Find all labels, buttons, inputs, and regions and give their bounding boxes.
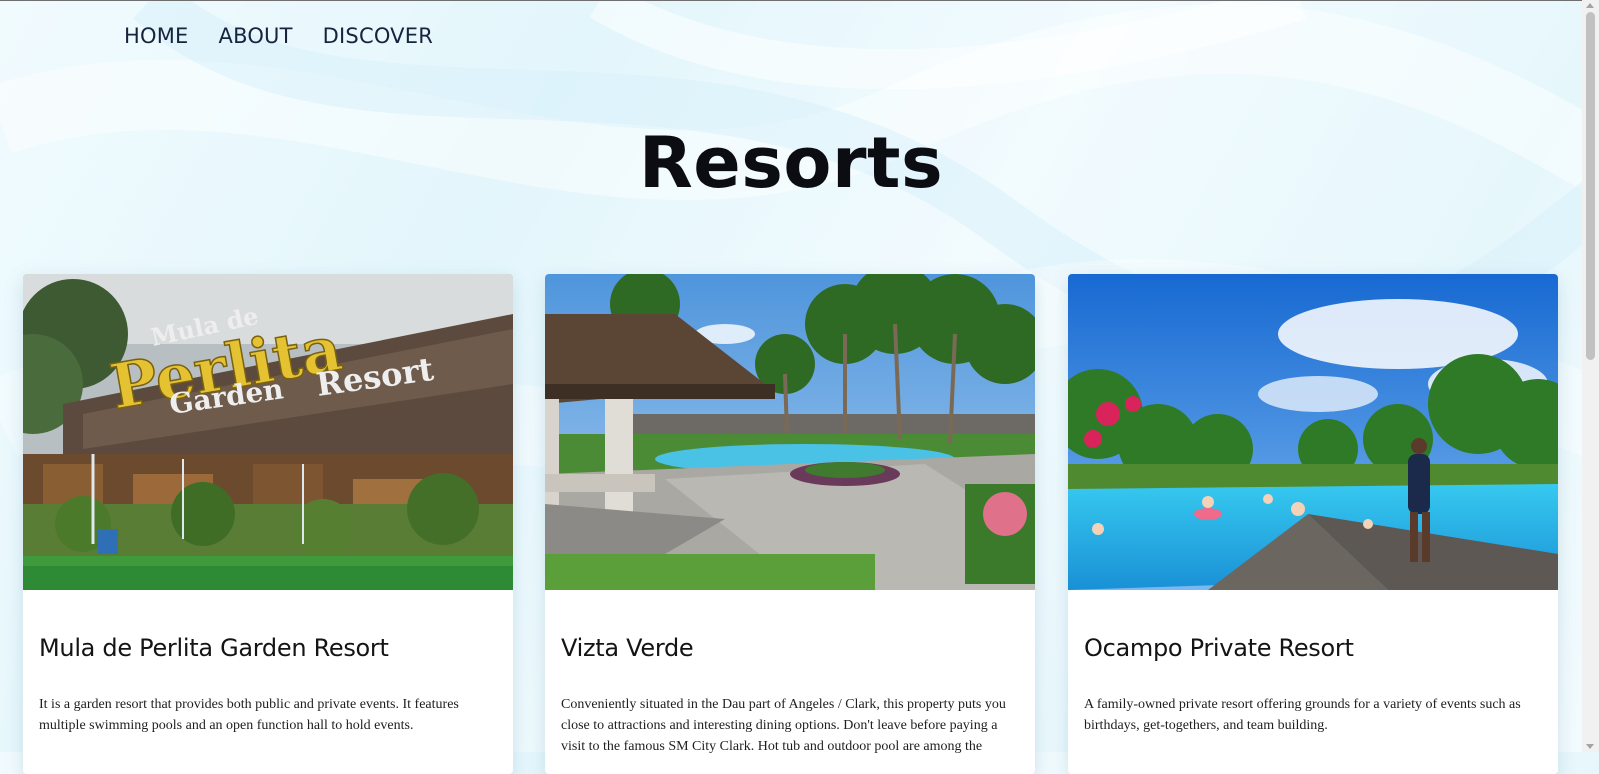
resort-card-title[interactable]: Vizta Verde — [561, 634, 694, 662]
nav-home-link[interactable]: HOME — [124, 24, 189, 48]
nav-discover-link[interactable]: DISCOVER — [323, 24, 433, 48]
ocampo-private-resort-photo — [1068, 274, 1558, 590]
scrollbar-thumb[interactable] — [1586, 12, 1595, 360]
resort-card-title[interactable]: Ocampo Private Resort — [1084, 634, 1354, 662]
mula-de-perlita-photo: Mula de Perlita Garden Resort — [23, 274, 513, 590]
resort-card-description: Conveniently situated in the Dau part of… — [561, 697, 1006, 754]
resort-card-description: It is a garden resort that provides both… — [39, 697, 459, 733]
resort-card-title[interactable]: Mula de Perlita Garden Resort — [39, 634, 389, 662]
resort-card-mula-de-perlita[interactable]: Mula de Perlita Garden Resort Mula de Pe… — [23, 274, 513, 774]
nav-about-link[interactable]: ABOUT — [219, 24, 293, 48]
page-title: Resorts — [638, 122, 944, 204]
main-nav: HOME ABOUT DISCOVER — [124, 24, 433, 48]
vizta-verde-photo — [545, 274, 1035, 590]
scroll-up-arrow-icon[interactable] — [1586, 3, 1594, 8]
scroll-down-arrow-icon[interactable] — [1586, 744, 1594, 749]
resort-card-ocampo[interactable]: Ocampo Private Resort A family-owned pri… — [1068, 274, 1558, 774]
resort-card-vizta-verde[interactable]: Vizta Verde Conveniently situated in the… — [545, 274, 1035, 774]
resort-card-description: A family-owned private resort offering g… — [1084, 697, 1521, 733]
window-top-border — [0, 0, 1582, 1]
page-scrollbar[interactable] — [1582, 0, 1599, 752]
